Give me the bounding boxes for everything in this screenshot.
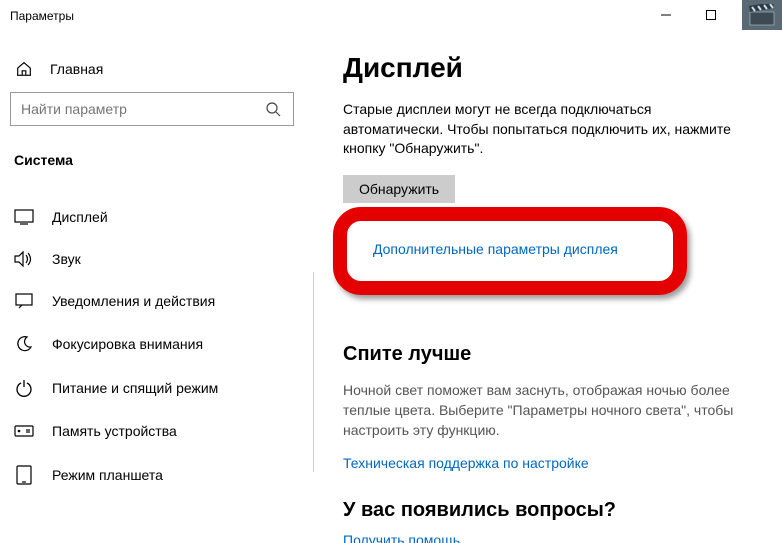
storage-icon bbox=[14, 424, 34, 438]
sidebar-item-storage[interactable]: Память устройства bbox=[10, 410, 301, 452]
link-advanced-display[interactable]: Дополнительные параметры дисплея bbox=[373, 241, 618, 257]
power-icon bbox=[14, 379, 34, 397]
maximize-button[interactable] bbox=[688, 0, 733, 30]
sidebar-item-display[interactable]: Дисплей bbox=[10, 196, 301, 238]
sidebar-item-sound[interactable]: Звук bbox=[10, 238, 301, 280]
tablet-icon bbox=[14, 465, 34, 485]
sidebar-item-label: Фокусировка внимания bbox=[52, 336, 203, 352]
detect-description: Старые дисплеи могут не всегда подключат… bbox=[343, 100, 752, 159]
home-icon bbox=[14, 60, 34, 78]
search-input[interactable] bbox=[10, 92, 294, 126]
sidebar-item-focus[interactable]: Фокусировка внимания bbox=[10, 322, 301, 366]
sleep-better-title: Спите лучше bbox=[343, 343, 752, 366]
sidebar-item-label: Дисплей bbox=[52, 209, 108, 225]
home-button[interactable]: Главная bbox=[10, 52, 301, 92]
sidebar: Главная Система Дисплей bbox=[0, 32, 313, 543]
highlight-group: Дополнительные параметры дисплея Настрой… bbox=[343, 211, 752, 315]
search-box[interactable] bbox=[10, 92, 301, 126]
notifications-icon bbox=[14, 293, 34, 309]
sidebar-item-tablet[interactable]: Режим планшета bbox=[10, 452, 301, 498]
main-content: Дисплей Старые дисплеи могут не всегда п… bbox=[313, 32, 782, 543]
sidebar-item-label: Режим планшета bbox=[52, 467, 163, 483]
display-icon bbox=[14, 209, 34, 225]
nav-list: Дисплей Звук bbox=[10, 196, 301, 498]
title-bar: Параметры bbox=[0, 0, 782, 32]
questions-title: У вас появились вопросы? bbox=[343, 499, 752, 522]
link-tech-support[interactable]: Техническая поддержка по настройке bbox=[343, 455, 589, 471]
page-title: Дисплей bbox=[343, 52, 752, 84]
divider bbox=[313, 272, 314, 472]
sidebar-item-label: Звук bbox=[52, 251, 81, 267]
search-icon[interactable] bbox=[265, 101, 281, 117]
minimize-button[interactable] bbox=[643, 0, 688, 30]
sidebar-item-notifications[interactable]: Уведомления и действия bbox=[10, 280, 301, 322]
sound-icon bbox=[14, 251, 34, 267]
sidebar-item-label: Питание и спящий режим bbox=[52, 380, 218, 396]
clapperboard-icon bbox=[742, 0, 782, 30]
moon-icon bbox=[14, 335, 34, 353]
sidebar-item-label: Уведомления и действия bbox=[52, 293, 215, 309]
sidebar-item-label: Память устройства bbox=[52, 423, 177, 439]
link-graphics-settings[interactable]: Настройки графики bbox=[373, 279, 500, 295]
window-title: Параметры bbox=[10, 9, 74, 23]
link-get-help[interactable]: Получить помощь bbox=[343, 532, 460, 543]
sidebar-item-power[interactable]: Питание и спящий режим bbox=[10, 366, 301, 410]
sleep-better-desc: Ночной свет поможет вам заснуть, отображ… bbox=[343, 380, 752, 441]
home-label: Главная bbox=[50, 61, 103, 77]
section-title: Система bbox=[10, 148, 301, 178]
detect-button[interactable]: Обнаружить bbox=[343, 175, 455, 203]
